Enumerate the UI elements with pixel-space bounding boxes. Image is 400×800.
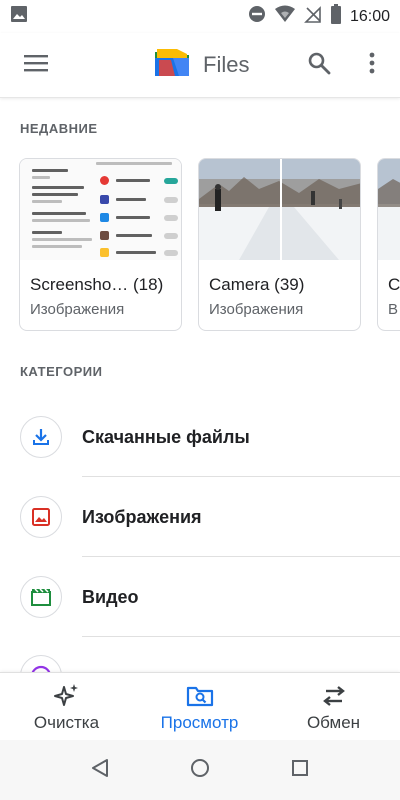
recent-card-title: C bbox=[388, 275, 400, 294]
nav-label: Обмен bbox=[306, 713, 361, 732]
nav-label: Очистка bbox=[33, 713, 100, 732]
more-vert-icon bbox=[369, 52, 375, 79]
recent-carousel[interactable]: Screensho… (18) Изображения Camera (39) … bbox=[19, 158, 400, 332]
wifi-icon bbox=[274, 5, 296, 28]
camera-thumbnail bbox=[199, 159, 360, 260]
bottom-navigation: Очистка Просмотр Обмен bbox=[0, 672, 400, 740]
browse-icon bbox=[186, 683, 214, 709]
recent-card-subtitle: Изображения bbox=[209, 301, 304, 318]
category-label: Видео bbox=[82, 586, 139, 607]
search-button[interactable] bbox=[295, 41, 343, 89]
app-title: Files bbox=[203, 51, 250, 77]
home-button[interactable] bbox=[185, 755, 215, 785]
search-icon bbox=[307, 51, 331, 80]
menu-button[interactable] bbox=[12, 41, 60, 89]
recent-card-camera[interactable]: Camera (39) Изображения bbox=[198, 158, 361, 331]
home-icon bbox=[190, 758, 210, 783]
recent-card-partial[interactable]: C В bbox=[377, 158, 400, 331]
recents-icon bbox=[291, 759, 309, 782]
recent-card-screenshots[interactable]: Screensho… (18) Изображения bbox=[19, 158, 182, 331]
more-options-button[interactable] bbox=[348, 41, 396, 89]
app-title-group: Files bbox=[153, 46, 249, 83]
system-navigation-bar bbox=[0, 740, 400, 800]
nav-browse[interactable]: Просмотр bbox=[133, 673, 266, 741]
screenshot-thumbnail bbox=[20, 159, 181, 260]
category-partial[interactable] bbox=[0, 637, 400, 672]
video-icon bbox=[20, 576, 62, 618]
categories-section-header: КАТЕГОРИИ bbox=[20, 364, 103, 379]
recent-card-title: Screensho… (18) bbox=[30, 275, 164, 294]
recent-card-subtitle: Изображения bbox=[30, 301, 125, 318]
menu-icon bbox=[24, 54, 48, 77]
status-bar: 16:00 bbox=[0, 0, 400, 33]
recent-section-header: НЕДАВНИЕ bbox=[20, 121, 98, 136]
recent-card-subtitle: В bbox=[388, 301, 399, 318]
swap-icon bbox=[320, 683, 348, 709]
photo-thumbnail bbox=[378, 159, 400, 260]
image-icon bbox=[20, 496, 62, 538]
audio-icon bbox=[20, 655, 62, 672]
category-label: Скачанные файлы bbox=[82, 426, 250, 447]
back-icon bbox=[91, 758, 109, 783]
sparkle-icon bbox=[53, 683, 81, 709]
status-time: 16:00 bbox=[349, 7, 390, 25]
category-video[interactable]: Видео bbox=[0, 557, 400, 637]
recent-card-title: Camera (39) bbox=[209, 275, 305, 294]
category-downloads[interactable]: Скачанные файлы bbox=[0, 397, 400, 477]
battery-icon bbox=[330, 4, 342, 29]
nav-label: Просмотр bbox=[160, 713, 239, 732]
back-button[interactable] bbox=[85, 755, 115, 785]
no-signal-icon bbox=[304, 5, 322, 28]
nav-share[interactable]: Обмен bbox=[267, 673, 400, 741]
category-label: Изображения bbox=[82, 506, 202, 527]
app-bar: Files bbox=[0, 33, 400, 98]
image-icon bbox=[10, 5, 28, 28]
do-not-disturb-icon bbox=[248, 5, 266, 28]
download-icon bbox=[20, 416, 62, 458]
files-logo-icon bbox=[153, 46, 191, 83]
recents-button[interactable] bbox=[285, 755, 315, 785]
category-images[interactable]: Изображения bbox=[0, 477, 400, 557]
nav-clean[interactable]: Очистка bbox=[0, 673, 133, 741]
